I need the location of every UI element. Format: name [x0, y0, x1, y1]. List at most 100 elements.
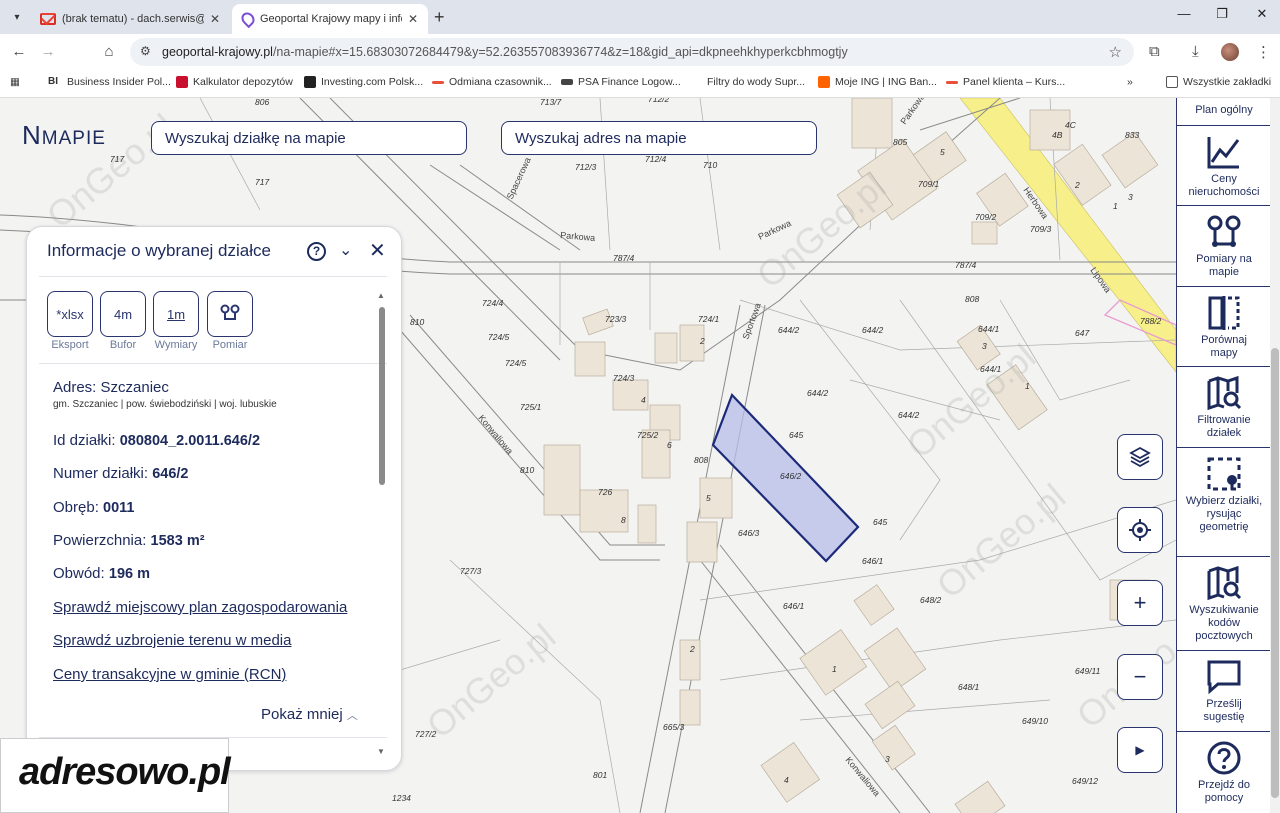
- tab-title: Geoportal Krajowy mapy i infor: [260, 13, 402, 25]
- sidebar-item-prices[interactable]: Ceny nieruchomości: [1177, 126, 1271, 206]
- sidebar-item-measure[interactable]: Pomiary na mapie: [1177, 206, 1271, 287]
- price-chart-icon: [1207, 137, 1240, 169]
- search-address-label: Wyszukaj adres na mapie: [515, 129, 687, 147]
- layers-button[interactable]: [1117, 434, 1163, 480]
- buffer-icon: 4m: [113, 306, 133, 322]
- sidebar-item-postal-search[interactable]: Wyszukiwanie kodów pocztowych: [1177, 557, 1271, 651]
- sidebar-item-plan[interactable]: Plan ogólny: [1177, 98, 1271, 126]
- maximize-icon[interactable]: ❐: [1210, 6, 1234, 22]
- minimize-icon[interactable]: —: [1172, 6, 1196, 21]
- measure-button[interactable]: [207, 291, 253, 337]
- sidebar-item-compare[interactable]: Porównaj mapy: [1177, 287, 1271, 367]
- sidebar-item-label: Filtrowanie działek: [1197, 414, 1251, 439]
- export-xlsx-button[interactable]: *xlsx: [47, 291, 93, 337]
- tool-label: Eksport: [51, 339, 89, 351]
- search-address-button[interactable]: Wyszukaj adres na mapie: [501, 121, 817, 155]
- apps-grid-icon[interactable]: ▦: [10, 76, 20, 88]
- scroll-up-icon[interactable]: ▲: [377, 291, 385, 300]
- bookmark-item[interactable]: Moje ING | ING Ban...: [818, 76, 937, 88]
- extensions-icon[interactable]: ⧉: [1149, 43, 1160, 60]
- sidebar-item-suggestion[interactable]: Prześlij sugestię: [1177, 651, 1271, 732]
- adresowo-logo: adresowo.pl: [0, 738, 231, 813]
- sidebar-item-help[interactable]: Przejdź do pomocy: [1177, 732, 1271, 813]
- dimensions-icon: 1m: [166, 306, 186, 322]
- panel-scrollbar[interactable]: [379, 307, 385, 485]
- gmail-icon: [40, 13, 56, 25]
- plus-icon: +: [1133, 590, 1147, 615]
- expand-button[interactable]: ▶: [1117, 727, 1163, 773]
- sidebar-item-label: Porównaj mapy: [1201, 334, 1247, 359]
- bookmark-item[interactable]: Odmiana czasownik...: [432, 76, 552, 88]
- locate-button[interactable]: [1117, 507, 1163, 553]
- page-scrollbar-thumb[interactable]: [1271, 348, 1279, 798]
- layers-icon: [1129, 446, 1151, 468]
- sidebar-item-label: Wyszukiwanie kodów pocztowych: [1189, 604, 1259, 642]
- search-plot-label: Wyszukaj działkę na mapie: [165, 129, 346, 147]
- toolbar: ← → ⌂ ⚙ geoportal-krajowy.pl/na-mapie#x=…: [0, 34, 1280, 70]
- back-icon[interactable]: ←: [9, 42, 29, 62]
- profile-avatar[interactable]: [1221, 43, 1239, 61]
- info-row-precinct: Obręb: 0011: [53, 499, 135, 516]
- filter-map-icon: [1207, 375, 1242, 411]
- zoom-in-button[interactable]: +: [1117, 580, 1163, 626]
- select-geometry-icon: [1207, 457, 1241, 491]
- sidebar-item-label: Przejdź do pomocy: [1198, 779, 1250, 804]
- svg-text:OnGeo.pl: OnGeo.pl: [419, 616, 563, 746]
- forward-icon[interactable]: →: [38, 42, 58, 62]
- link-utilities[interactable]: Sprawdź uzbrojenie terenu w media: [53, 632, 291, 649]
- nomapie-logo[interactable]: NMAPIE: [22, 120, 132, 165]
- bookmark-item[interactable]: Investing.com Polsk...: [304, 76, 423, 88]
- location-pin-icon: [238, 9, 258, 29]
- link-transaction-prices[interactable]: Ceny transakcyjne w gminie (RCN): [53, 666, 286, 683]
- bookmark-star-icon[interactable]: ☆: [1109, 43, 1122, 61]
- tab-title: (brak tematu) - dach.serwis@gm: [62, 13, 204, 25]
- selected-parcel: [711, 392, 860, 563]
- measure-icon: [1207, 215, 1241, 247]
- sidebar-item-label: Ceny nieruchomości: [1188, 173, 1260, 198]
- all-bookmarks[interactable]: Wszystkie zakładki: [1166, 76, 1271, 88]
- buffer-button[interactable]: 4m: [100, 291, 146, 337]
- sidebar-item-label: Pomiary na mapie: [1196, 253, 1252, 278]
- bookmark-item[interactable]: Filtry do wody Supr...: [707, 76, 805, 88]
- tool-label: Wymiary: [154, 339, 198, 351]
- bookmark-item[interactable]: PSA Finance Logow...: [561, 76, 681, 88]
- address-subtitle: gm. Szczaniec | pow. świebodziński | woj…: [53, 399, 277, 410]
- plot-info-panel: Informacje o wybranej działce ? ⌄ ✕ *xls…: [26, 226, 402, 771]
- close-tab-icon[interactable]: ✕: [408, 12, 418, 26]
- chevron-up-icon: ︿: [346, 710, 358, 722]
- svg-text:OnGeo.pl: OnGeo.pl: [749, 166, 893, 296]
- close-icon[interactable]: ✕: [369, 238, 386, 263]
- menu-dots-icon[interactable]: ⋮: [1256, 43, 1271, 61]
- info-row-area: Powierzchnia: 1583 m²: [53, 532, 205, 549]
- home-icon[interactable]: ⌂: [99, 42, 119, 62]
- sidebar-item-filter[interactable]: Filtrowanie działek: [1177, 367, 1271, 448]
- close-window-icon[interactable]: ✕: [1250, 6, 1274, 22]
- tab-geoportal[interactable]: Geoportal Krajowy mapy i infor ✕: [232, 4, 428, 34]
- help-icon[interactable]: ?: [307, 242, 326, 261]
- play-icon: ▶: [1135, 743, 1145, 757]
- chevron-down-icon[interactable]: ⌄: [339, 240, 352, 260]
- dimensions-button[interactable]: 1m: [153, 291, 199, 337]
- link-local-plan[interactable]: Sprawdź miejscowy plan zagospodarowania: [53, 599, 347, 616]
- info-row-number: Numer działki: 646/2: [53, 465, 189, 482]
- site-info-icon[interactable]: ⚙: [140, 44, 151, 58]
- divider: [39, 276, 387, 277]
- sidebar-item-select-geometry[interactable]: Wybierz działki, rysując geometrię: [1177, 448, 1271, 557]
- panel-title: Informacje o wybranej działce: [47, 241, 271, 260]
- tab-search-icon[interactable]: ▾: [6, 6, 28, 28]
- tool-label: Bufor: [109, 339, 137, 351]
- bookmark-item[interactable]: BI Business Insider Pol...: [48, 76, 171, 88]
- address-bar[interactable]: ⚙ geoportal-krajowy.pl/na-mapie#x=15.683…: [130, 38, 1134, 66]
- more-bookmarks-icon[interactable]: »: [1127, 76, 1133, 88]
- zoom-out-button[interactable]: −: [1117, 654, 1163, 700]
- show-less-button[interactable]: Pokaż mniej ︿: [261, 706, 358, 723]
- chat-icon: [1207, 660, 1241, 695]
- search-plot-button[interactable]: Wyszukaj działkę na mapie: [151, 121, 467, 155]
- close-tab-icon[interactable]: ✕: [210, 12, 220, 26]
- download-icon[interactable]: ⤓: [1192, 43, 1199, 60]
- bookmark-item[interactable]: Kalkulator depozytów: [176, 76, 293, 88]
- tab-gmail[interactable]: (brak tematu) - dach.serwis@gm ✕: [30, 4, 230, 34]
- new-tab-icon[interactable]: +: [434, 7, 445, 28]
- scroll-down-icon[interactable]: ▼: [377, 747, 385, 756]
- bookmark-item[interactable]: Panel klienta – Kurs...: [946, 76, 1065, 88]
